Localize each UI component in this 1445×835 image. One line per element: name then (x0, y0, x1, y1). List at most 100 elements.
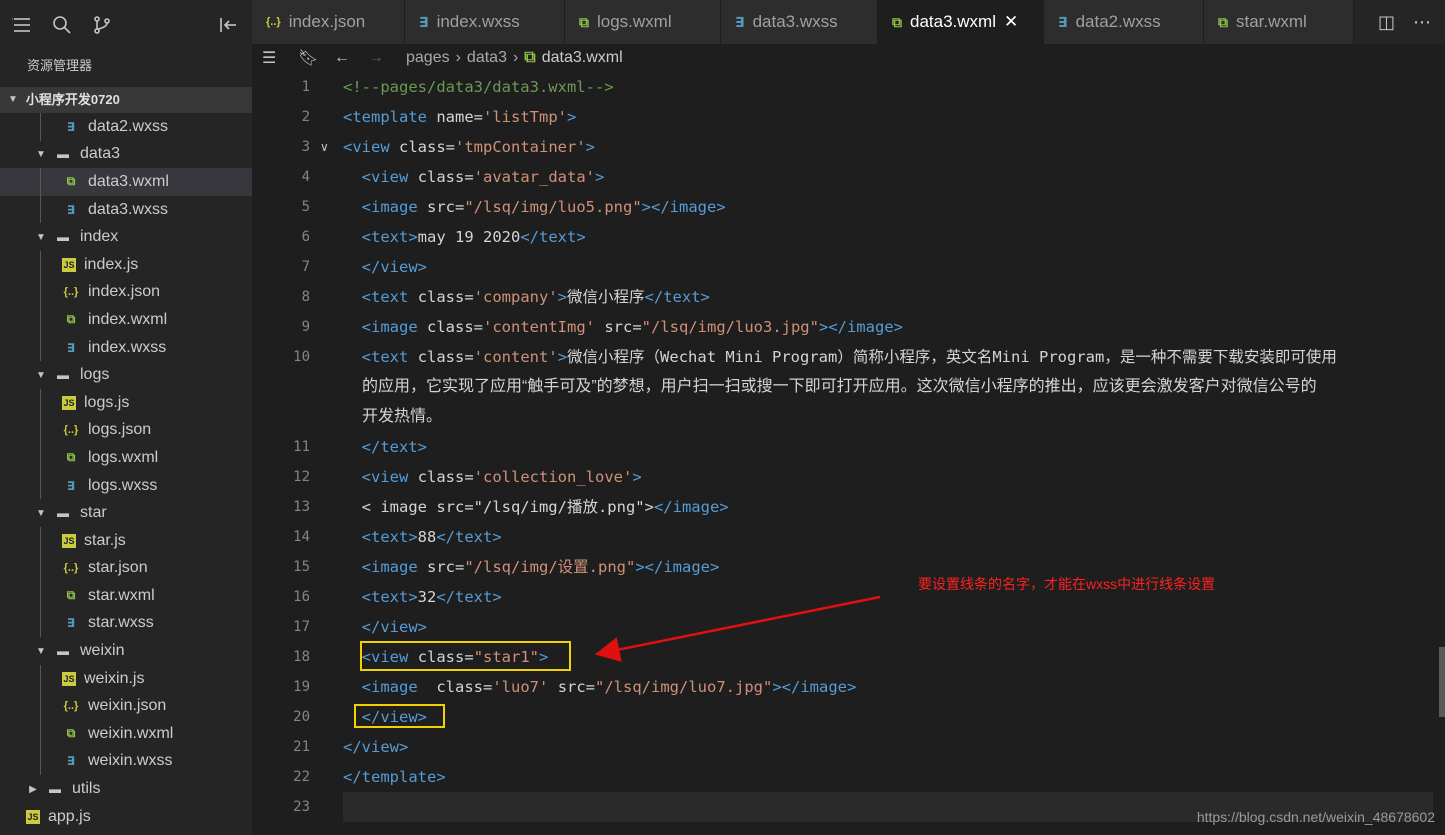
breadcrumb-data3[interactable]: data3 (467, 49, 507, 67)
indent-guide (40, 664, 41, 693)
wxss-file-icon: ∃ (66, 340, 76, 355)
tree-folder[interactable]: ▼ ▬ logs (0, 361, 252, 389)
list-icon[interactable]: ☰ (262, 48, 284, 68)
tree-file[interactable]: JS weixin.js (0, 664, 252, 693)
collapse-sidebar-icon[interactable] (210, 7, 246, 43)
breadcrumb: ☰ 🔖︎ ← → pages › data3 › ⧉ data3.wxml (252, 44, 1445, 72)
tab-index-json[interactable]: {..} index.json (252, 0, 405, 44)
tree-item-label: logs.js (84, 393, 130, 411)
indent-guide (40, 554, 41, 583)
tree-file[interactable]: JS index.js (0, 250, 252, 279)
editor-tabs: {..} index.json ∃ index.wxss ⧉ logs.wxml ∃ data… (252, 0, 1445, 44)
tree-folder[interactable]: ▼ ▬ index (0, 223, 252, 251)
tree-folder[interactable]: ▼ ▬ star (0, 499, 252, 527)
scrollbar[interactable] (1439, 647, 1445, 717)
tree-file[interactable]: ∃ data3.wxss (0, 195, 252, 224)
tree-item-label: index (80, 228, 119, 246)
wxss-file-icon: ∃ (66, 478, 76, 493)
folder-icon: ▬ (57, 230, 69, 245)
indent-guide (40, 526, 41, 555)
indent-guide (40, 388, 41, 417)
close-icon[interactable]: ✕ (1004, 12, 1018, 32)
chevron-down-icon: ▼ (36, 148, 46, 160)
js-file-icon: JS (62, 395, 76, 410)
chevron-right-icon: ▶ (29, 783, 37, 795)
json-file-icon: {..} (63, 286, 79, 299)
breadcrumb-file[interactable]: data3.wxml (542, 49, 623, 67)
project-root[interactable]: ▼ 小程序开发0720 (0, 87, 252, 113)
split-editor-icon[interactable]: ◫ (1378, 12, 1395, 33)
indent-guide (40, 278, 41, 307)
tab-logs-wxml[interactable]: ⧉ logs.wxml (565, 0, 721, 44)
tree-item-label: weixin.json (88, 697, 167, 715)
tab-label: data3.wxss (752, 12, 838, 31)
tab-data3-wxml[interactable]: ⧉ data3.wxml ✕ (878, 0, 1044, 44)
indent-guide (40, 582, 41, 610)
tree-file[interactable]: {..} weixin.json (0, 692, 252, 721)
indent-guide (40, 113, 41, 141)
tree-item-label: logs.wxss (88, 476, 158, 494)
tree-file[interactable]: ∃ logs.wxss (0, 471, 252, 500)
tree-file[interactable]: {..} star.json (0, 554, 252, 583)
tree-folder[interactable]: ▼ ▬ weixin (0, 637, 252, 665)
tree-file[interactable]: {..} index.json (0, 278, 252, 307)
tree-item-label: index.json (88, 283, 161, 301)
tree-file[interactable]: ∃ weixin.wxss (0, 747, 252, 776)
watermark: https://blog.csdn.net/weixin_48678602 (1196, 809, 1435, 825)
wxss-file-icon: ∃ (66, 754, 76, 769)
indent-guide (40, 416, 41, 445)
tab-star-wxml[interactable]: ⧉ star.wxml (1204, 0, 1354, 44)
js-file-icon: JS (62, 257, 76, 272)
annotation-text: 要设置线条的名字，才能在wxss中进行线条设置 (918, 576, 1216, 592)
tree-folder[interactable]: ▶ ▬ utils (0, 775, 252, 803)
json-file-icon: {..} (266, 16, 281, 28)
search-icon[interactable] (44, 7, 80, 43)
tree-file[interactable]: JS app.js (0, 803, 252, 831)
tab-index-wxss[interactable]: ∃ index.wxss (405, 0, 565, 44)
tab-data2-wxss[interactable]: ∃ data2.wxss (1044, 0, 1204, 44)
tree-item-label: data3.wxml (88, 172, 169, 190)
chevron-down-icon: ▼ (8, 94, 18, 105)
forward-arrow-icon[interactable]: → (368, 49, 390, 67)
project-name: 小程序开发0720 (25, 92, 120, 107)
wxml-file-icon: ⧉ (1218, 13, 1228, 30)
more-actions-icon[interactable]: ⋯ (1413, 12, 1431, 33)
tree-file[interactable]: ⧉ logs.wxml (0, 444, 252, 472)
folder-icon: ▬ (57, 147, 69, 162)
breadcrumb-pages[interactable]: pages (406, 49, 450, 67)
tree-item-label: data2.wxss (88, 117, 169, 135)
tree-file[interactable]: {..} logs.json (0, 416, 252, 445)
indent-guide (40, 471, 41, 500)
tab-actions: ◫ ⋯ (1354, 0, 1445, 44)
wxml-file-icon: ⧉ (66, 588, 76, 603)
tree-file[interactable]: JS star.js (0, 526, 252, 555)
wxss-file-icon: ∃ (1058, 13, 1068, 30)
wxml-file-icon: ⧉ (66, 726, 76, 741)
chevron-down-icon: ▼ (36, 231, 46, 243)
json-file-icon: {..} (63, 700, 79, 713)
tab-label: logs.wxml (597, 12, 672, 31)
tab-data3-wxss[interactable]: ∃ data3.wxss (721, 0, 878, 44)
tree-file[interactable]: ∃ star.wxss (0, 609, 252, 638)
chevron-down-icon: ▼ (36, 645, 46, 657)
menu-icon[interactable] (4, 7, 40, 43)
code-editor[interactable]: 1 <!--pages/data3/data3.wxml--> 2 <template… (252, 72, 1445, 835)
tree-item-label: logs.wxml (88, 448, 159, 466)
indent-guide (40, 444, 41, 472)
tree-file[interactable]: JS logs.js (0, 388, 252, 417)
tree-file[interactable]: ⧉ star.wxml (0, 582, 252, 610)
tree-item-label: logs (80, 366, 110, 384)
tree-file[interactable]: ∃ data2.wxss (0, 113, 252, 141)
tree-file[interactable]: ⧉ data3.wxml (0, 168, 252, 196)
tab-label: star.wxml (1236, 12, 1307, 31)
source-control-icon[interactable] (84, 7, 120, 43)
back-arrow-icon[interactable]: ← (334, 49, 356, 67)
tree-file[interactable]: ∃ index.wxss (0, 333, 252, 362)
tree-item-label: app.js (48, 807, 91, 825)
bookmark-icon[interactable]: 🔖︎ (298, 48, 320, 68)
tree-folder[interactable]: ▼ ▬ data3 (0, 141, 252, 169)
tree-file[interactable]: ⧉ weixin.wxml (0, 720, 252, 748)
wxml-file-icon: ⧉ (66, 312, 76, 327)
tree-file[interactable]: ⧉ index.wxml (0, 306, 252, 334)
tree-item-label: index.wxss (88, 338, 167, 356)
